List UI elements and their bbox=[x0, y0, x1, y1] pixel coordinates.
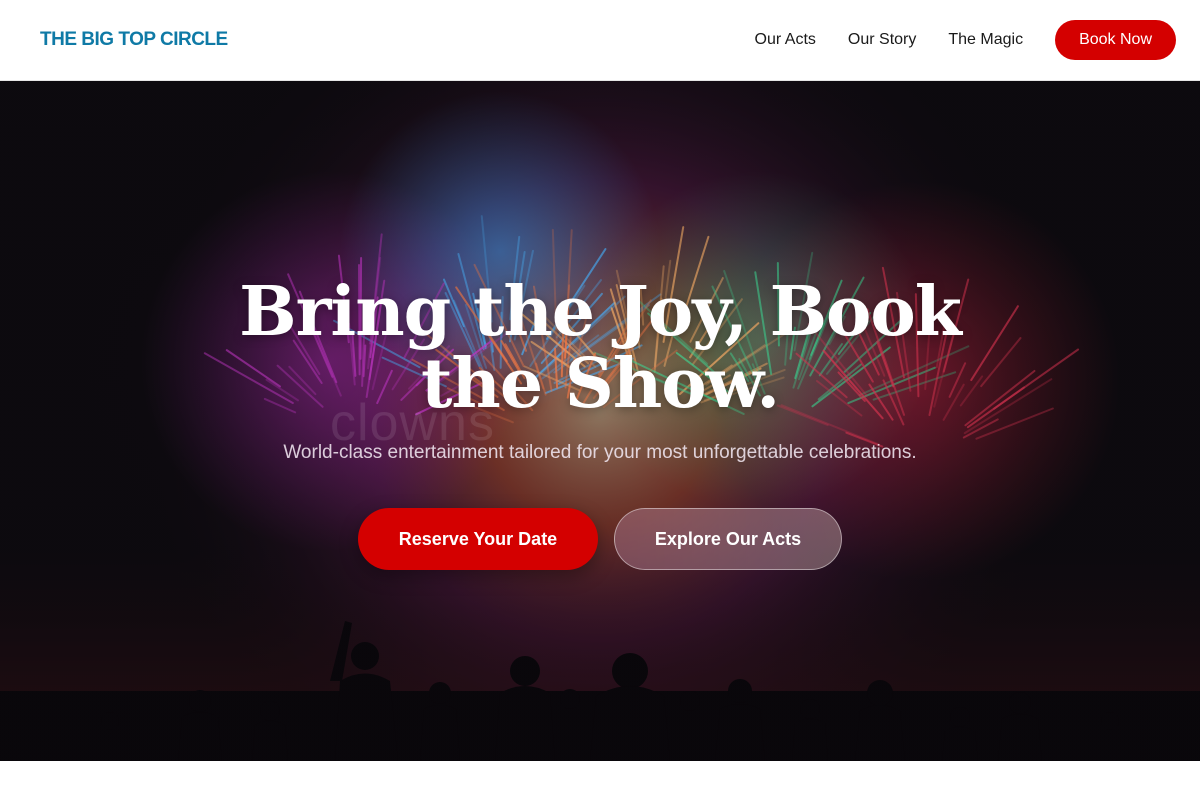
nav-link-our-acts[interactable]: Our Acts bbox=[755, 31, 816, 49]
reserve-your-date-button[interactable]: Reserve Your Date bbox=[358, 508, 598, 570]
hero-content: Bring the Joy, Book the Show. World-clas… bbox=[0, 276, 1200, 570]
hero-actions: Reserve Your Date Explore Our Acts bbox=[0, 508, 1200, 570]
main-nav: Our Acts Our Story The Magic Book Now bbox=[723, 20, 1176, 60]
hero-subtitle: World-class entertainment tailored for y… bbox=[283, 442, 917, 463]
hero-section: clowns Bring the Joy, Book the Show. Wor… bbox=[0, 81, 1200, 761]
site-header: THE BIG TOP CIRCLE Our Acts Our Story Th… bbox=[0, 0, 1200, 81]
site-logo[interactable]: THE BIG TOP CIRCLE bbox=[40, 29, 228, 51]
explore-our-acts-button[interactable]: Explore Our Acts bbox=[614, 508, 842, 570]
nav-link-our-story[interactable]: Our Story bbox=[848, 31, 916, 49]
hero-title: Bring the Joy, Book the Show. bbox=[239, 272, 962, 424]
nav-link-the-magic[interactable]: The Magic bbox=[948, 31, 1023, 49]
book-now-button[interactable]: Book Now bbox=[1055, 20, 1176, 60]
